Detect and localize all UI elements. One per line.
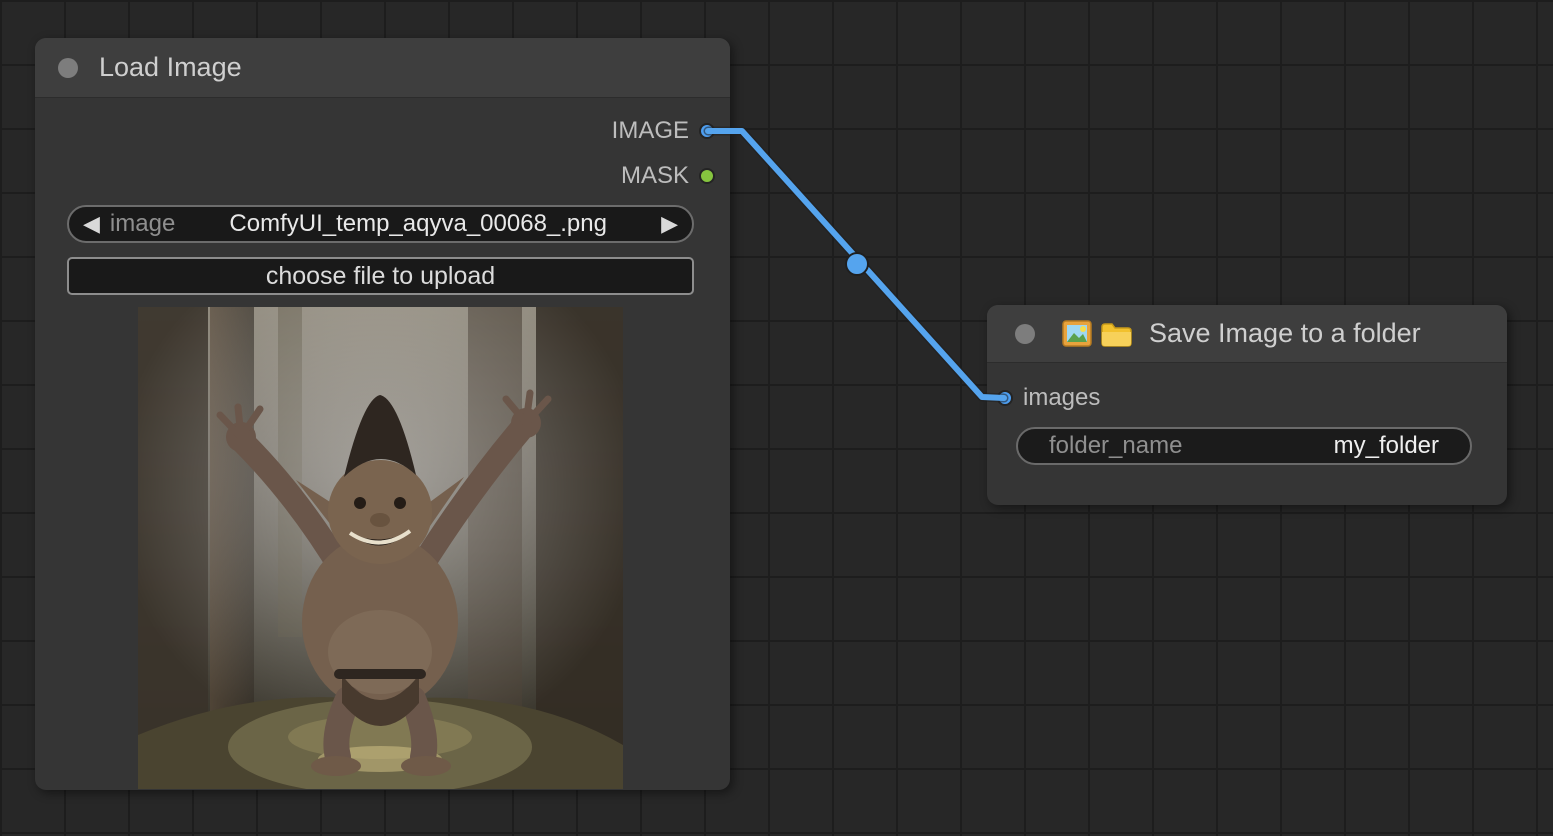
save-node-title-bar[interactable]: Save Image to a folder — [987, 305, 1507, 363]
load-image-title-bar[interactable]: Load Image — [35, 38, 730, 98]
link-image-to-images — [708, 131, 1004, 398]
title-icons — [1062, 320, 1132, 347]
input-label-images: images — [1023, 384, 1100, 412]
output-slot-mask[interactable]: MASK — [621, 165, 715, 187]
collapse-dot[interactable] — [1015, 324, 1035, 344]
upload-button[interactable]: choose file to upload — [67, 257, 694, 295]
save-node-title: Save Image to a folder — [1149, 318, 1421, 349]
image-combo-value[interactable]: ComfyUI_temp_aqyva_00068_.png — [175, 210, 661, 238]
folder-icon — [1100, 321, 1132, 347]
link-midpoint-dot[interactable] — [846, 253, 868, 275]
collapse-dot[interactable] — [58, 58, 78, 78]
picture-icon — [1062, 320, 1092, 347]
output-dot-image[interactable] — [699, 123, 715, 139]
output-label-mask: MASK — [621, 162, 689, 190]
load-image-title: Load Image — [99, 52, 242, 83]
node-save-image[interactable]: Save Image to a folder images folder_nam… — [987, 305, 1507, 505]
image-preview — [138, 307, 623, 789]
output-label-image: IMAGE — [612, 117, 689, 145]
folder-name-widget[interactable]: folder_name my_folder — [1016, 427, 1472, 465]
image-combo-widget[interactable]: ◀ image ComfyUI_temp_aqyva_00068_.png ▶ — [67, 205, 694, 243]
node-load-image[interactable]: Load Image IMAGE MASK ◀ image ComfyUI_te… — [35, 38, 730, 790]
output-slot-image[interactable]: IMAGE — [612, 120, 715, 142]
folder-name-label: folder_name — [1049, 432, 1182, 460]
image-combo-label: image — [110, 210, 175, 238]
link-image-to-images-core — [708, 131, 1004, 398]
next-arrow-icon[interactable]: ▶ — [661, 213, 678, 235]
troll-preview-art — [138, 307, 623, 789]
prev-arrow-icon[interactable]: ◀ — [83, 213, 100, 235]
input-slot-images[interactable]: images — [997, 387, 1100, 409]
input-dot-images[interactable] — [997, 390, 1013, 406]
output-dot-mask[interactable] — [699, 168, 715, 184]
folder-name-value[interactable]: my_folder — [1334, 432, 1439, 460]
